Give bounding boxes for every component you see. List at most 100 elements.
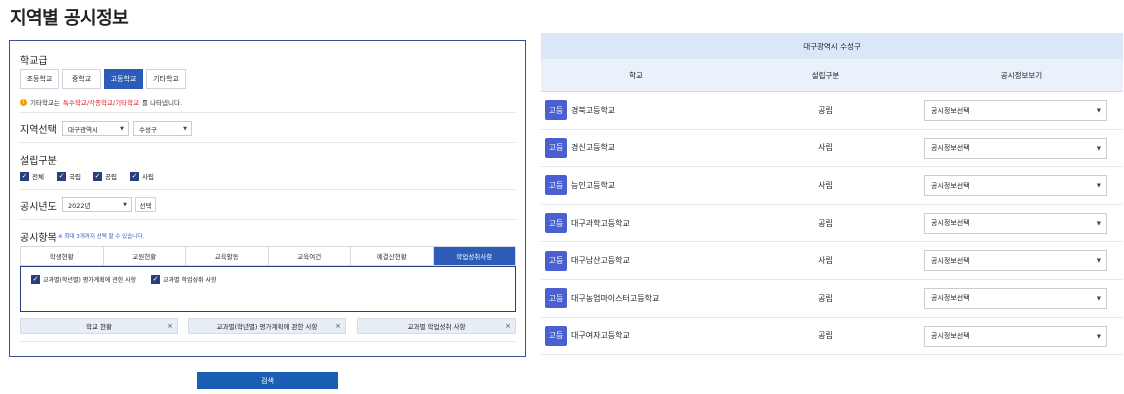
column-header-school: 학교: [629, 70, 643, 80]
page-title: 지역별 공시정보: [10, 8, 129, 29]
chevron-down-icon: ▼: [1096, 295, 1101, 302]
info-select[interactable]: 공시정보선택 ▼: [924, 137, 1107, 159]
info-select[interactable]: 공시정보선택 ▼: [924, 100, 1107, 121]
selected-tag: 교과별(학년별) 평가계획에 관한 사항 ×: [188, 318, 346, 334]
school-name[interactable]: 대구여자고등학교: [571, 330, 630, 341]
divider: [19, 189, 516, 190]
school-level-badge: 고등: [545, 100, 567, 121]
school-level-high-button[interactable]: 고등학교: [104, 69, 143, 89]
info-select[interactable]: 공시정보선택 ▼: [924, 212, 1107, 234]
table-row: 고등 대구과학고등학교 공립 공시정보선택 ▼: [541, 205, 1123, 243]
est-private-checkbox[interactable]: ✓ 사립: [130, 171, 154, 181]
establishment-type: 공립: [818, 331, 833, 341]
search-button[interactable]: 검색: [197, 372, 338, 389]
school-level-info: ! 기타학교는 특수학교/각종학교/기타학교 를 나타냅니다.: [20, 97, 182, 107]
column-header-info: 공시정보보기: [1000, 70, 1043, 80]
check-icon: ✓: [151, 275, 160, 284]
table-row: 고등 능인고등학교 사립 공시정보선택 ▼: [541, 167, 1123, 205]
school-level-other-button[interactable]: 기타학교: [146, 69, 186, 89]
chevron-down-icon: ▼: [1096, 145, 1101, 152]
check-icon: ✓: [130, 171, 139, 181]
check-icon: ✓: [57, 171, 66, 181]
tab-education-condition[interactable]: 교육여건: [268, 247, 351, 265]
tab-content: ✓ 교과별(학년별) 평가계획에 관한 사항 ✓ 교과별 학업성취 사항: [20, 266, 516, 312]
chevron-down-icon: ▼: [1096, 258, 1101, 265]
divider: [19, 341, 516, 342]
items-note: ※ 최대 3개까지 선택 할 수 있습니다.: [58, 234, 145, 240]
region-header: 대구광역시 수성구: [541, 33, 1123, 59]
divider: [19, 112, 516, 113]
school-name[interactable]: 대구남산고등학교: [571, 255, 630, 266]
region-city-select[interactable]: 대구광역시 ▼: [62, 121, 129, 136]
est-all-checkbox[interactable]: ✓ 전체: [20, 171, 44, 181]
info-select[interactable]: 공시정보선택 ▼: [924, 250, 1107, 272]
school-level-elementary-button[interactable]: 초등학교: [20, 69, 59, 89]
achievement-checkbox[interactable]: ✓ 교과별 학업성취 사항: [151, 275, 217, 284]
chevron-down-icon: ▼: [183, 126, 187, 132]
filter-panel: 학교급 초등학교 중학교 고등학교 기타학교 ! 기타학교는 특수학교/각종학교…: [9, 40, 526, 357]
school-level-badge: 고등: [545, 213, 567, 234]
year-select[interactable]: 2022년 ▼: [62, 197, 132, 212]
school-name[interactable]: 경신고등학교: [571, 142, 615, 153]
region-label: 지역선택: [20, 125, 57, 136]
year-label: 공시년도: [20, 202, 57, 213]
close-icon[interactable]: ×: [335, 322, 341, 330]
tab-teacher[interactable]: 교원현황: [103, 247, 186, 265]
check-icon: ✓: [31, 275, 40, 284]
school-name[interactable]: 대구과학고등학교: [571, 218, 630, 229]
table-row: 고등 경북고등학교 공립 공시정보선택 ▼: [541, 92, 1123, 130]
table-row: 고등 경신고등학교 사립 공시정보선택 ▼: [541, 130, 1123, 168]
check-icon: ✓: [93, 171, 102, 181]
school-level-badge: 고등: [545, 175, 567, 196]
selected-tag: 학교 현황 ×: [20, 318, 178, 334]
year-select-button[interactable]: 선택: [135, 197, 156, 212]
info-select[interactable]: 공시정보선택 ▼: [924, 287, 1107, 309]
results-table: 대구광역시 수성구 학교 설립구분 공시정보보기 고등 경북고등학교 공립 공시정…: [541, 33, 1123, 356]
check-icon: ✓: [20, 171, 29, 181]
info-select[interactable]: 공시정보선택 ▼: [924, 175, 1107, 197]
school-name[interactable]: 대구농업마이스터고등학교: [571, 293, 659, 304]
selected-tag: 교과별 학업성취 사항 ×: [357, 318, 516, 334]
eval-plan-checkbox[interactable]: ✓ 교과별(학년별) 평가계획에 관한 사항: [31, 275, 136, 284]
chevron-down-icon: ▼: [1096, 333, 1101, 340]
divider: [19, 142, 516, 143]
close-icon[interactable]: ×: [167, 322, 173, 330]
school-level-badge: 고등: [545, 325, 567, 346]
table-row: 고등 대구여자고등학교 공립 공시정보선택 ▼: [541, 318, 1123, 356]
chevron-down-icon: ▼: [1096, 183, 1101, 190]
tab-student[interactable]: 학생현황: [21, 247, 104, 265]
info-icon: !: [20, 98, 27, 106]
table-row: 고등 대구농업마이스터고등학교 공립 공시정보선택 ▼: [541, 280, 1123, 318]
est-national-checkbox[interactable]: ✓ 국립: [57, 171, 81, 181]
establishment-type: 공립: [818, 105, 833, 115]
school-name[interactable]: 능인고등학교: [571, 180, 615, 191]
tab-achievement[interactable]: 학업성취사항: [433, 247, 515, 265]
items-tabs: 학생현황 교원현황 교육활동 교육여건 예결산현황 학업성취사항: [20, 246, 516, 266]
divider: [19, 219, 516, 220]
items-label: 공시항목: [20, 233, 57, 244]
school-name[interactable]: 경북고등학교: [571, 105, 615, 116]
close-icon[interactable]: ×: [505, 322, 511, 330]
chevron-down-icon: ▼: [123, 202, 127, 208]
school-level-badge: 고등: [545, 137, 567, 158]
school-level-badge: 고등: [545, 288, 567, 309]
est-public-checkbox[interactable]: ✓ 공립: [93, 171, 117, 181]
info-select[interactable]: 공시정보선택 ▼: [924, 325, 1107, 347]
school-level-middle-button[interactable]: 중학교: [62, 69, 101, 89]
school-level-badge: 고등: [545, 250, 567, 271]
establishment-type: 공립: [818, 293, 833, 303]
chevron-down-icon: ▼: [120, 126, 124, 132]
tab-education-activity[interactable]: 교육활동: [186, 247, 269, 265]
establishment-type: 사립: [818, 143, 833, 153]
table-header: 학교 설립구분 공시정보보기: [541, 59, 1123, 92]
chevron-down-icon: ▼: [1096, 108, 1101, 114]
table-row: 고등 대구남산고등학교 사립 공시정보선택 ▼: [541, 242, 1123, 280]
tab-budget[interactable]: 예결산현황: [351, 247, 434, 265]
column-header-type: 설립구분: [811, 70, 840, 80]
school-level-label: 학교급: [20, 56, 48, 67]
establishment-type: 사립: [818, 256, 833, 266]
establishment-type: 공립: [818, 218, 833, 228]
region-district-select[interactable]: 수성구 ▼: [133, 121, 192, 136]
establishment-type: 사립: [818, 180, 833, 190]
chevron-down-icon: ▼: [1096, 220, 1101, 227]
